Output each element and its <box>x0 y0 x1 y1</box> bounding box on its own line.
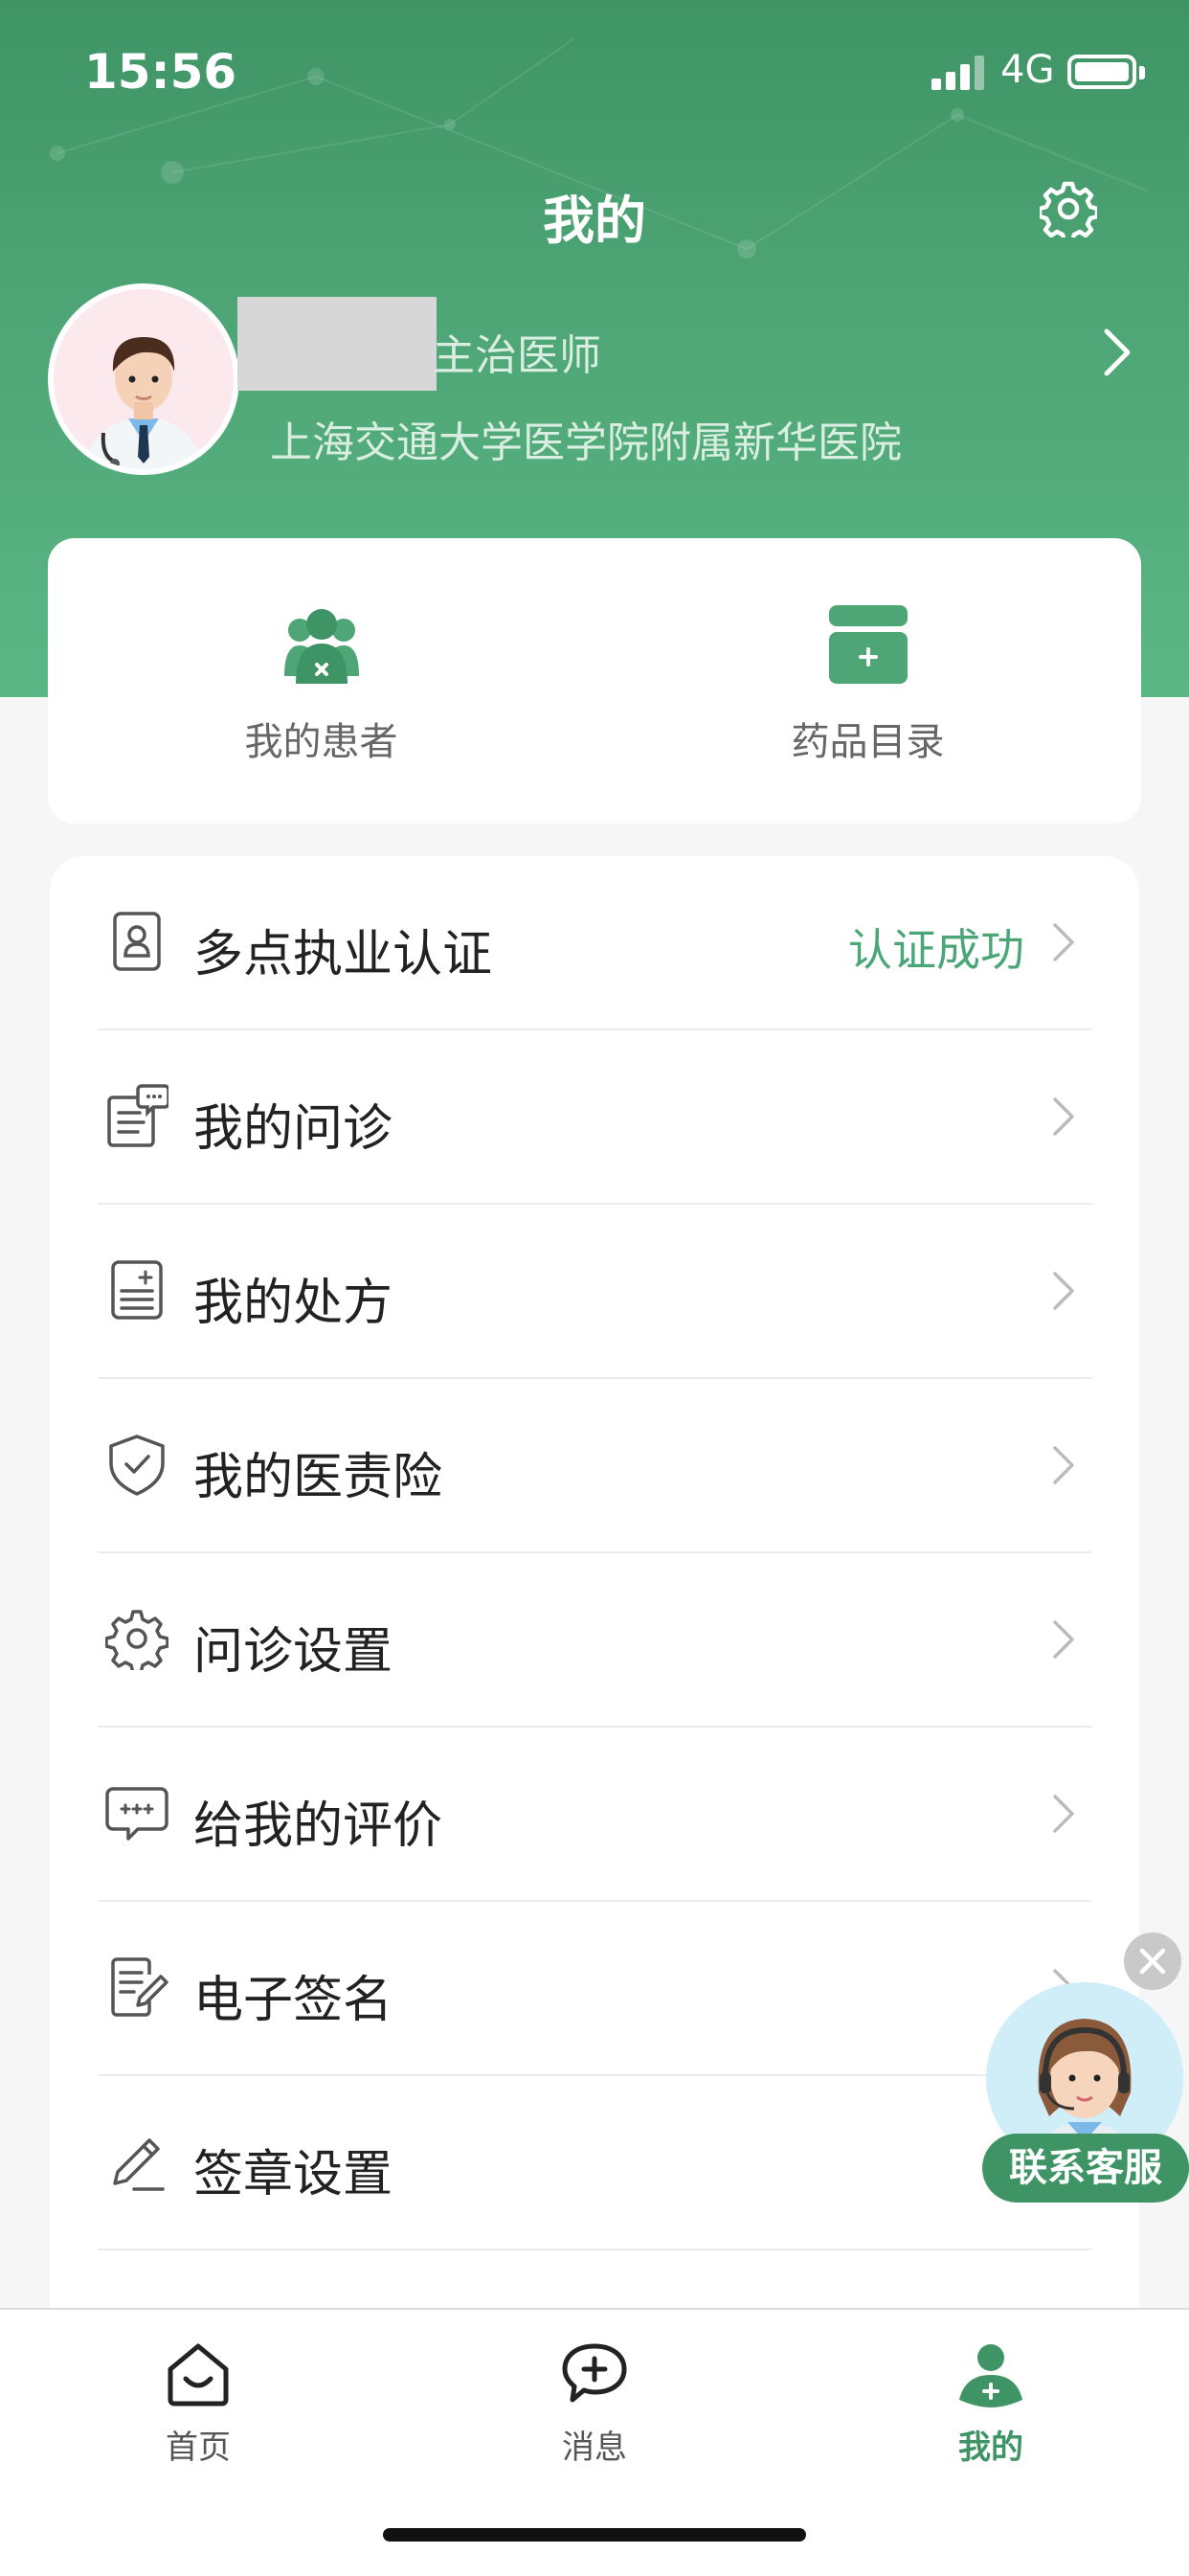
prescription-icon <box>111 1260 163 1320</box>
home-indicator <box>383 2528 806 2542</box>
certification-status: 认证成功 <box>848 924 1024 976</box>
battery-tip <box>1139 66 1145 79</box>
menu-item-label: 多点执业认证 <box>193 926 493 983</box>
tab-label: 我的 <box>958 2429 1023 2467</box>
tab-label: 首页 <box>166 2429 231 2467</box>
chevron-right-icon <box>1053 923 1074 961</box>
menu-item-label: 电子签名 <box>193 1972 393 2029</box>
menu-item-my-prescriptions[interactable]: 我的处方 <box>50 1205 1139 1379</box>
tab-messages[interactable]: 消息 <box>396 2310 793 2501</box>
menu-item-my-consultations[interactable]: 我的问诊 <box>50 1030 1139 1205</box>
menu-item-malpractice-insurance[interactable]: 我的医责险 <box>50 1379 1139 1553</box>
close-icon[interactable] <box>1124 1932 1181 1990</box>
menu-item-label: 给我的评价 <box>193 1797 443 1855</box>
page-title: 我的 <box>543 191 646 251</box>
message-icon <box>562 2343 627 2403</box>
signal-icon <box>931 56 984 90</box>
doctor-title: 主治医师 <box>433 331 601 380</box>
doctor-icon <box>959 2344 1022 2407</box>
menu-item-consultation-settings[interactable]: 问诊设置 <box>50 1553 1139 1728</box>
tab-mine[interactable]: 我的 <box>793 2310 1189 2501</box>
contact-support-button[interactable]: 联系客服 <box>982 2134 1189 2203</box>
gear-icon[interactable] <box>1040 180 1097 237</box>
gear-icon <box>105 1610 168 1670</box>
menu-item-electronic-signature[interactable]: 电子签名 <box>50 1902 1139 2076</box>
chevron-right-icon[interactable] <box>1101 326 1133 379</box>
chevron-right-icon <box>1053 1620 1074 1659</box>
name-redacted <box>237 297 437 391</box>
consultation-icon <box>107 1084 168 1147</box>
divider <box>98 2248 1091 2250</box>
hospital-name: 上海交通大学医学院附属新华医院 <box>270 418 902 467</box>
menu-item-multi-site-certification[interactable]: 多点执业认证 认证成功 <box>50 856 1139 1030</box>
menu-item-label: 我的医责险 <box>193 1449 443 1506</box>
menu-item-label: 我的处方 <box>193 1275 393 1332</box>
quick-actions-card: 我的患者 药品目录 <box>48 538 1141 824</box>
home-icon <box>168 2343 229 2407</box>
menu-item-seal-settings[interactable]: 签章设置 <box>50 2076 1139 2250</box>
menu-list: 多点执业认证 认证成功 我的问诊 我的处方 我的医责险 问诊设置 给我的评价 电… <box>50 856 1139 2312</box>
chevron-right-icon <box>1053 1446 1074 1484</box>
quick-action-my-patients[interactable]: 我的患者 <box>48 538 594 824</box>
medicine-box-icon <box>829 605 908 684</box>
tab-label: 消息 <box>562 2429 627 2467</box>
menu-item-my-reviews[interactable]: 给我的评价 <box>50 1728 1139 1902</box>
quick-action-medicine-catalog[interactable]: 药品目录 <box>594 538 1141 824</box>
patients-icon <box>284 609 359 684</box>
battery-icon <box>1067 55 1136 89</box>
quick-action-label: 我的患者 <box>244 720 398 764</box>
pen-icon <box>113 2138 165 2191</box>
id-card-icon <box>113 912 161 971</box>
status-time: 15:56 <box>84 44 237 100</box>
doctor-avatar-illustration <box>54 289 234 469</box>
menu-item-label: 签章设置 <box>193 2146 393 2203</box>
quick-action-label: 药品目录 <box>791 720 945 764</box>
chevron-right-icon <box>1053 1097 1074 1136</box>
menu-item-label: 我的问诊 <box>193 1100 393 1158</box>
tab-home[interactable]: 首页 <box>0 2310 396 2501</box>
signature-icon <box>111 1957 168 2017</box>
shield-check-icon <box>109 1435 165 1496</box>
menu-item-label: 问诊设置 <box>193 1623 393 1681</box>
network-type: 4G <box>1000 48 1055 92</box>
chevron-right-icon <box>1053 1272 1074 1310</box>
chevron-right-icon <box>1053 1795 1074 1833</box>
comment-icon <box>105 1787 168 1841</box>
avatar[interactable] <box>48 283 239 475</box>
